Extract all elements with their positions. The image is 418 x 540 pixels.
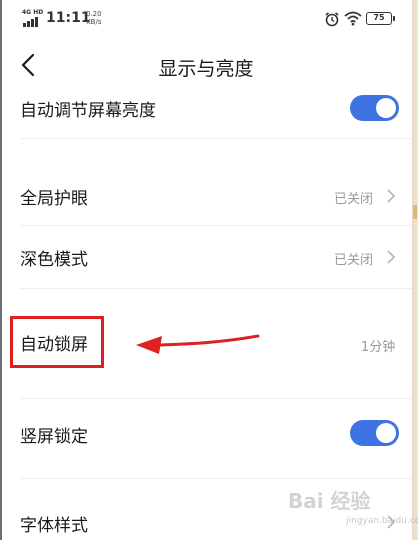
- baidu-watermark: Bai 经验 jingyan.baidu.com: [286, 482, 418, 536]
- page-title: 显示与亮度: [158, 58, 254, 80]
- edge-marker: [413, 205, 417, 219]
- setting-value: 已关闭: [334, 192, 374, 207]
- setting-row-eye-protection[interactable]: 全局护眼 已关闭: [0, 168, 412, 224]
- setting-row-auto-brightness[interactable]: 自动调节屏幕亮度: [0, 92, 412, 138]
- status-time: 11:11: [46, 10, 91, 26]
- watermark-brand: Bai 经验: [288, 489, 371, 513]
- battery-icon: 75: [366, 12, 395, 25]
- chevron-right-icon: [387, 189, 396, 203]
- network-type: 4G HD: [22, 9, 44, 16]
- network-speed-value: 0.20: [86, 10, 102, 18]
- chevron-right-icon: [387, 250, 396, 264]
- divider: [20, 225, 412, 226]
- watermark-site: jingyan.baidu.com: [346, 516, 418, 526]
- setting-row-dark-mode[interactable]: 深色模式 已关闭: [0, 228, 412, 284]
- setting-label: 全局护眼: [20, 189, 88, 209]
- toggle-knob: [376, 423, 396, 443]
- setting-label: 自动调节屏幕亮度: [20, 101, 156, 121]
- status-bar: 4G HD 11:11 0.20 KB/s 75: [0, 0, 412, 36]
- setting-value: 已关闭: [334, 253, 374, 268]
- setting-row-portrait-lock[interactable]: 竖屏锁定: [0, 408, 412, 458]
- network-speed: 0.20 KB/s: [86, 10, 102, 26]
- setting-label: 深色模式: [20, 250, 88, 270]
- cell-signal-icon: 4G HD: [22, 9, 44, 27]
- wifi-icon: [344, 11, 362, 26]
- setting-label: 竖屏锁定: [20, 427, 88, 447]
- network-speed-unit: KB/s: [86, 18, 102, 26]
- annotation-highlight-box: [10, 316, 104, 368]
- divider: [20, 288, 412, 289]
- divider: [20, 138, 412, 139]
- divider: [20, 398, 412, 399]
- toggle-knob: [376, 98, 396, 118]
- alarm-icon: [325, 12, 339, 27]
- setting-label: 字体样式: [20, 516, 88, 536]
- app-header: 显示与亮度: [0, 36, 412, 92]
- divider: [20, 478, 412, 479]
- auto-brightness-toggle[interactable]: [350, 95, 399, 121]
- portrait-lock-toggle[interactable]: [350, 420, 399, 446]
- baidu-paw-logo-icon: Bai 经验: [288, 489, 371, 513]
- setting-value: 1分钟: [361, 340, 396, 355]
- right-edge: [412, 0, 418, 540]
- annotation-arrow-icon: [136, 334, 260, 354]
